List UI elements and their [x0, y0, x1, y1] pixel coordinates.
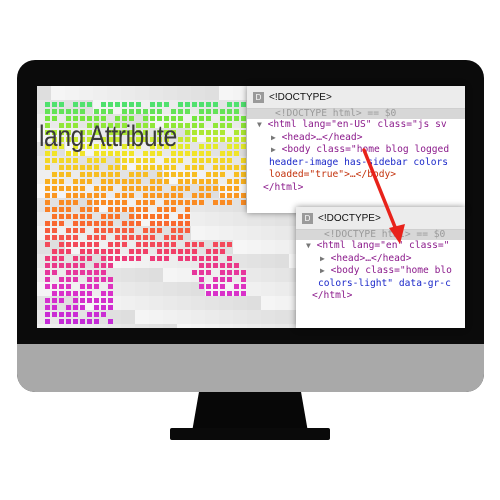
html-close-tag-row: </html> [263, 181, 304, 193]
document-icon: D [253, 91, 264, 103]
devtools-header: D <!DOCTYPE> [296, 207, 465, 230]
expanded-triangle-icon[interactable]: ▼ [257, 120, 262, 129]
monitor-chin [17, 344, 484, 392]
devtools-panel-top: D <!DOCTYPE> <!DOCTYPE html> == $0 ▼ <ht… [247, 86, 465, 213]
body-node-row[interactable]: ▶ <body class="home blog logged [247, 144, 465, 157]
body-attr-continuation: colors-light" data-gr-c [318, 277, 451, 289]
collapsed-triangle-icon[interactable]: ▶ [271, 145, 276, 154]
monitor-base [170, 428, 330, 440]
monitor-stand [192, 392, 308, 432]
html-open-tag: <html lang="en" class=" [316, 240, 450, 251]
body-open-tag: <body class="home blo [330, 265, 452, 277]
body-open-tag: <body class="home blog logged [281, 144, 450, 156]
head-node-row[interactable]: ▶ <head>…</head> [296, 253, 465, 266]
doctype-title: <!DOCTYPE> [269, 91, 332, 103]
devtools-header: D <!DOCTYPE> [247, 86, 465, 109]
doctype-title: <!DOCTYPE> [318, 212, 381, 224]
devtools-panel-bottom: D <!DOCTYPE> <!DOCTYPE html> == $0 ▼ <ht… [296, 207, 465, 328]
document-icon: D [302, 212, 313, 224]
selected-node-row[interactable]: <!DOCTYPE html> == $0 [247, 109, 465, 119]
head-node: <head>…</head> [281, 131, 363, 143]
head-node-row[interactable]: ▶ <head>…</head> [247, 132, 465, 145]
website-title: lang Attribute [39, 120, 177, 153]
collapsed-triangle-icon[interactable]: ▶ [271, 133, 276, 142]
collapsed-triangle-icon[interactable]: ▶ [320, 266, 325, 275]
body-attr-continuation: header-image has-sidebar colors [269, 156, 449, 168]
body-attr-continuation: loaded="true">…</body> [269, 169, 397, 181]
html-open-tag: <html lang="en-US" class="js sv [267, 119, 447, 130]
body-node-row[interactable]: ▶ <body class="home blo [296, 265, 465, 278]
html-node-row[interactable]: ▼ <html lang="en-US" class="js sv [247, 119, 465, 132]
expanded-triangle-icon[interactable]: ▼ [306, 241, 311, 250]
html-node-row[interactable]: ▼ <html lang="en" class=" [296, 240, 465, 253]
html-close-tag-row: </html> [312, 290, 353, 302]
head-node: <head>…</head> [330, 252, 412, 264]
selected-node-row[interactable]: <!DOCTYPE html> == $0 [296, 230, 465, 240]
collapsed-triangle-icon[interactable]: ▶ [320, 254, 325, 263]
